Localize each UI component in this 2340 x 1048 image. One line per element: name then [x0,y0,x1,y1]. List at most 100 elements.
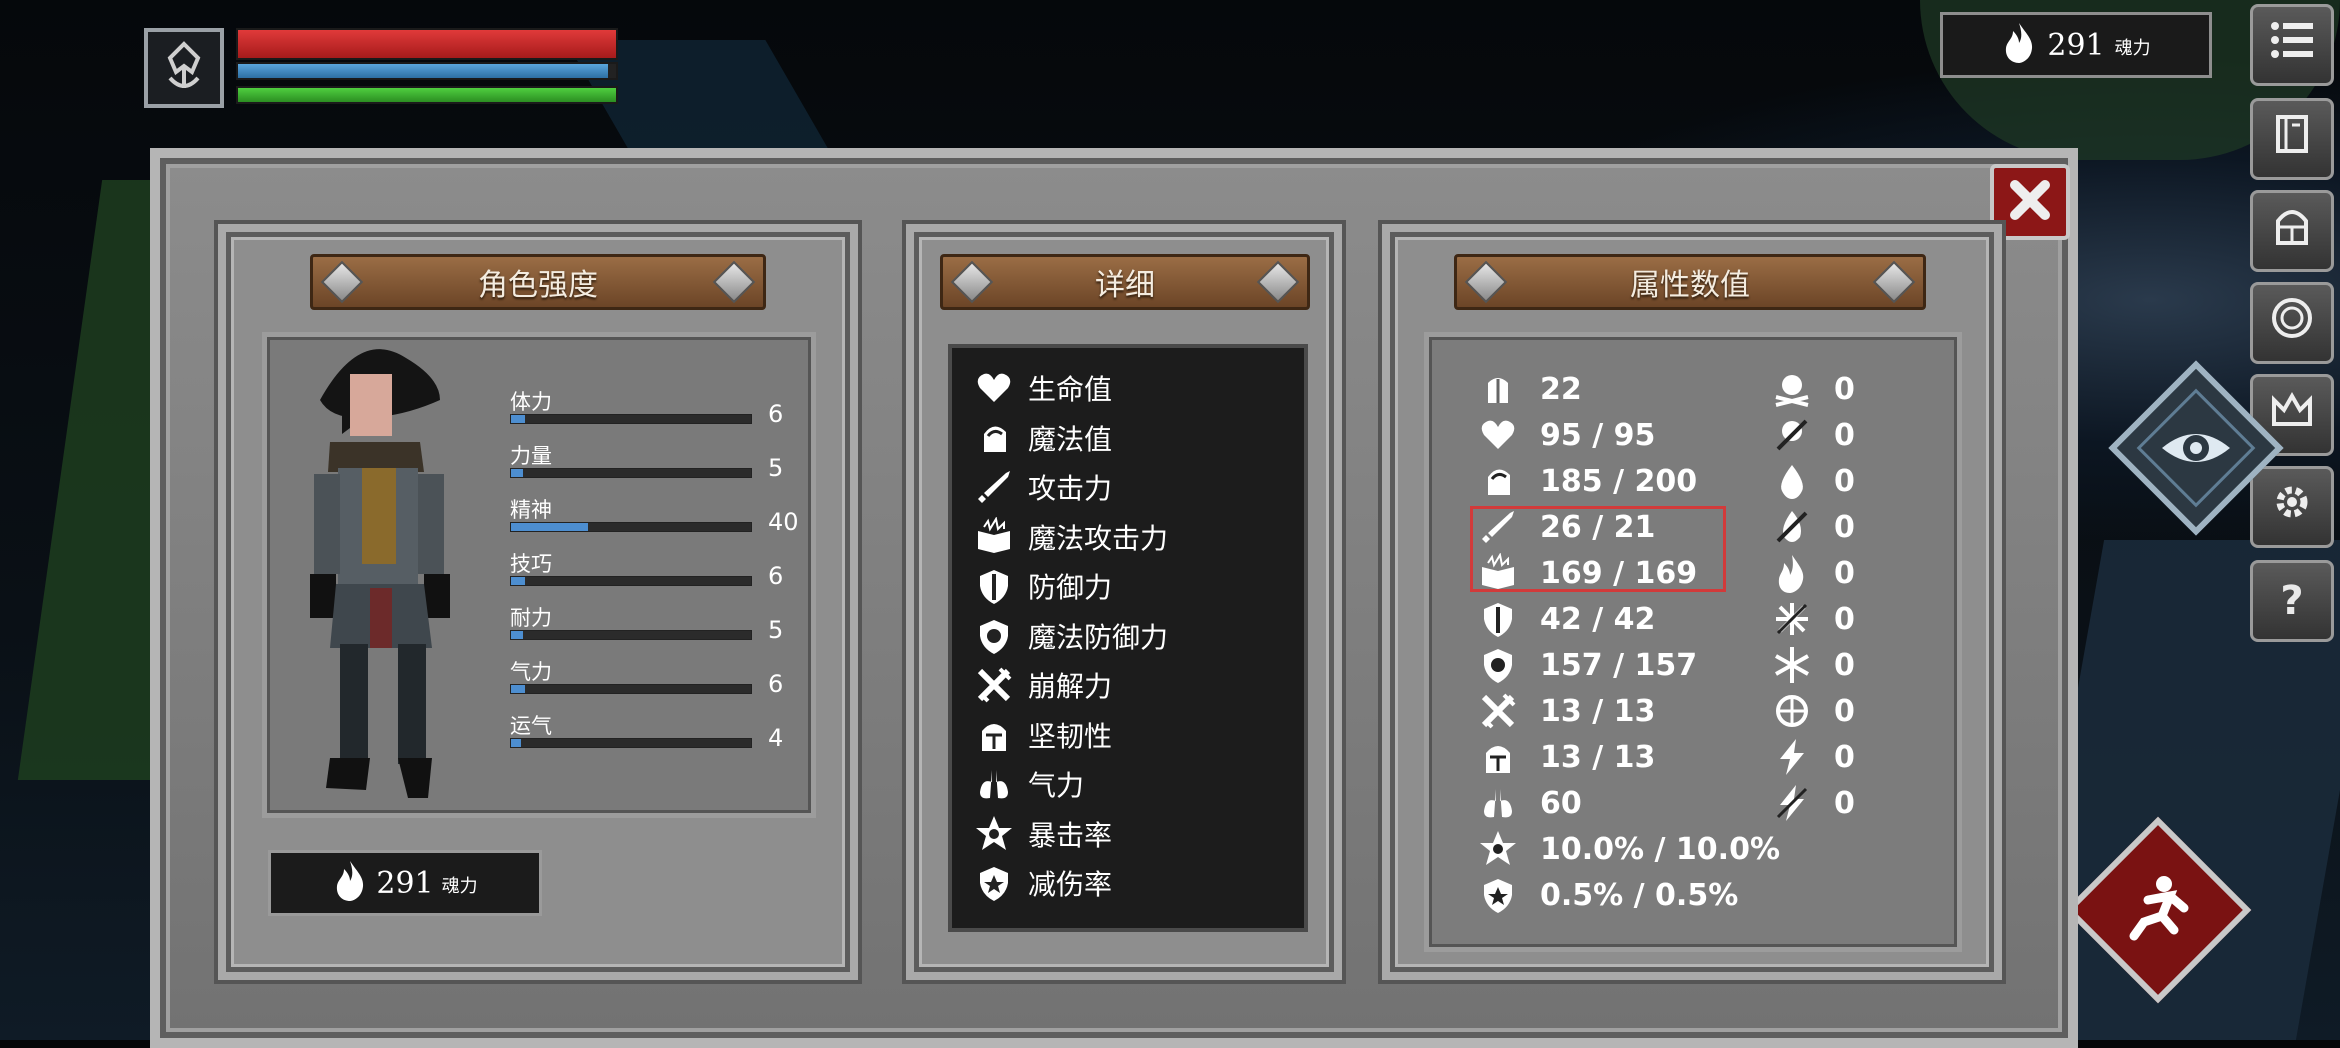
magic-shield-icon [974,616,1014,656]
attribute-value: 0 [1834,785,1855,821]
sword-icon [974,467,1014,507]
health-bar-fill [238,30,616,58]
stat-value: 5 [768,454,784,482]
attribute-value: 0 [1834,693,1855,729]
inventory-icon [2272,111,2312,167]
character-strength-title: 角色强度 [310,254,766,310]
souls-value: 291 [2047,27,2105,63]
skull-icon [1772,369,1812,409]
skills-button[interactable] [2250,282,2334,364]
stat-value: 6 [768,670,784,698]
detail-item[interactable]: 魔法值 [974,416,1274,460]
detail-item[interactable]: 气力 [974,762,1274,806]
souls-unit: 魂力 [441,876,478,897]
attribute-row: 95 / 95 [1478,416,1655,454]
flame-icon [332,859,368,907]
mana-bar [236,62,618,80]
detail-label: 崩解力 [1028,670,1113,703]
stat-label: 运气 [510,714,552,738]
stat-label: 精神 [510,498,552,522]
stat-bar-fill [511,739,521,747]
attribute-row: 0 [1772,370,1855,408]
break-icon [1478,691,1518,731]
stat-value: 6 [768,562,784,590]
player-emblem-icon [144,28,224,108]
stat-bar [510,414,752,424]
detail-item[interactable]: 崩解力 [974,663,1274,707]
detail-item[interactable]: 魔法防御力 [974,614,1274,658]
helmet-icon [1478,737,1518,777]
crit-star-icon [974,814,1014,854]
detail-item[interactable]: 减伤率 [974,861,1274,905]
stat-label: 技巧 [510,552,552,576]
menu-button[interactable] [2250,4,2334,86]
attribute-row: 13 / 13 [1478,738,1655,776]
detail-label: 攻击力 [1028,472,1113,505]
attribute-value: 13 / 13 [1540,693,1656,729]
stamina-bar-fill [238,88,616,102]
attribute-row: 0 [1772,553,1855,593]
attribute-value: 60 [1540,785,1582,821]
blood-drop-icon [1772,461,1812,501]
attribute-value: 0.5% / 0.5% [1540,877,1739,913]
attribute-row: 0 [1772,692,1855,730]
attribute-value: 22 [1540,371,1582,407]
shield-icon [974,566,1014,606]
attribute-value: 0 [1834,509,1855,545]
lightning-resist-icon [1772,783,1812,823]
details-title: 详细 [940,254,1310,310]
stat-bar [510,522,752,532]
close-button[interactable] [1990,164,2070,240]
detail-item[interactable]: 生命值 [974,366,1274,410]
detail-label: 坚韧性 [1028,719,1113,753]
attribute-row: 60 [1478,784,1582,822]
stat-label: 体力 [510,390,552,414]
souls-unit: 魂力 [2114,38,2151,59]
eye-icon [2134,386,2258,510]
fire-icon [1772,553,1812,593]
settings-button[interactable] [2250,466,2334,548]
attribute-value: 0 [1834,647,1855,683]
attribute-row: 0 [1772,462,1855,500]
stat-bar-fill [511,685,526,693]
stat-label: 力量 [510,444,552,468]
stat-bar [510,576,752,586]
stat-bar-fill [511,523,588,531]
detail-item[interactable]: 魔法攻击力 [974,515,1274,559]
attribute-value: 185 / 200 [1540,463,1698,499]
detail-item[interactable]: 防御力 [974,564,1274,608]
detail-label: 魔法防御力 [1028,620,1169,654]
attribute-row: 0 [1772,738,1855,776]
break-icon [974,665,1014,705]
detail-label: 生命值 [1028,373,1113,406]
detail-label: 减伤率 [1028,868,1113,901]
attribute-value: 0 [1834,739,1855,775]
detail-item[interactable]: 攻击力 [974,465,1274,509]
flame-icon [2001,21,2037,69]
health-bar [236,28,618,60]
attribute-value: 0 [1834,371,1855,407]
help-button[interactable]: ? [2250,560,2334,642]
attributes-title: 属性数值 [1454,254,1926,310]
detail-label: 防御力 [1028,571,1113,604]
attribute-row: 0.5% / 0.5% [1478,876,1738,914]
attribute-row: 0 [1772,646,1855,684]
head-icon [974,418,1014,458]
detail-label: 暴击率 [1028,818,1113,852]
heart-icon [974,368,1014,408]
souls-button[interactable]: 291 魂力 [268,850,542,916]
stat-row: 技巧 6 [510,548,790,598]
detail-item[interactable]: 暴击率 [974,812,1274,856]
damage-reduction-icon [1478,875,1518,915]
character-model [310,349,450,798]
mana-bar-fill [238,64,609,78]
inventory-button[interactable] [2250,98,2334,180]
snowflake-icon [1772,645,1812,685]
attack-highlight-box [1470,506,1726,592]
detail-item[interactable]: 坚韧性 [974,713,1274,757]
attribute-row: 0 [1772,784,1855,822]
close-icon [2007,177,2053,227]
equipment-button[interactable] [2250,190,2334,272]
poison-icon [1772,415,1812,455]
souls-value: 291 [376,865,434,901]
